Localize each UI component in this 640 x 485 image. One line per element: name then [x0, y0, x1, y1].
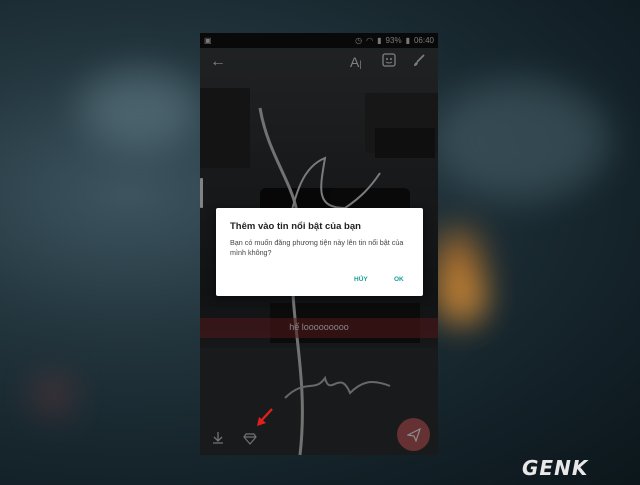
background-blur-light	[80, 70, 200, 150]
watermark-logo: GENK	[522, 456, 589, 480]
dialog-message: Bạn có muốn đăng phương tiện này lên tin…	[230, 238, 404, 257]
background-blur-red	[38, 380, 68, 410]
dialog-title: Thêm vào tin nổi bật của bạn	[230, 221, 361, 232]
highlight-dialog: Thêm vào tin nổi bật của bạn Bạn có muốn…	[216, 208, 423, 296]
background-blur-orange	[450, 282, 480, 318]
annotation-arrow-icon	[257, 408, 273, 426]
cancel-button[interactable]: HỦY	[350, 274, 372, 285]
phone-screen: ▣ ◷ ◠ ▮ 93% ▮ 06:40 ← A| hế looooooooo T…	[200, 33, 438, 455]
background-blur-light	[430, 80, 610, 200]
ok-button[interactable]: OK	[390, 274, 408, 285]
